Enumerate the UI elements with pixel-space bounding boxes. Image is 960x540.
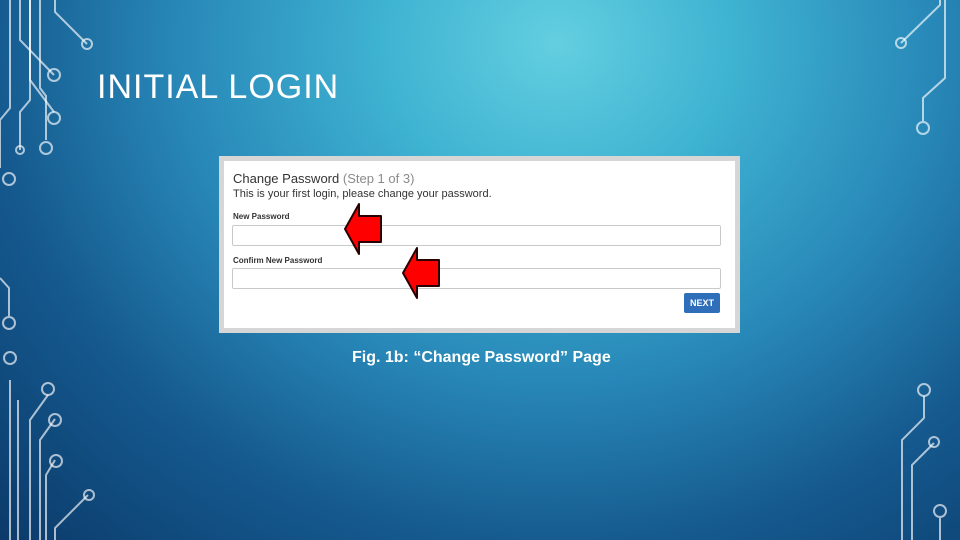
new-password-label: New Password	[233, 212, 290, 221]
step-indicator: (Step 1 of 3)	[342, 171, 415, 186]
slide-title: INITIAL LOGIN	[97, 68, 340, 106]
form-heading-text: Change Password	[233, 171, 340, 186]
confirm-password-label: Confirm New Password	[233, 256, 323, 265]
confirm-password-input[interactable]	[232, 268, 721, 289]
new-password-input[interactable]	[232, 225, 721, 246]
change-password-form: Change Password (Step 1 of 3) This is yo…	[224, 161, 735, 328]
form-subtitle: This is your first login, please change …	[233, 188, 492, 200]
next-button[interactable]: NEXT	[684, 293, 720, 313]
screenshot-frame: Change Password (Step 1 of 3) This is yo…	[219, 156, 740, 333]
arrow-right-icon	[402, 247, 440, 299]
figure-caption: Fig. 1b: “Change Password” Page	[352, 349, 611, 366]
form-heading: Change Password (Step 1 of 3)	[233, 171, 414, 186]
arrow-right-icon	[344, 203, 382, 255]
